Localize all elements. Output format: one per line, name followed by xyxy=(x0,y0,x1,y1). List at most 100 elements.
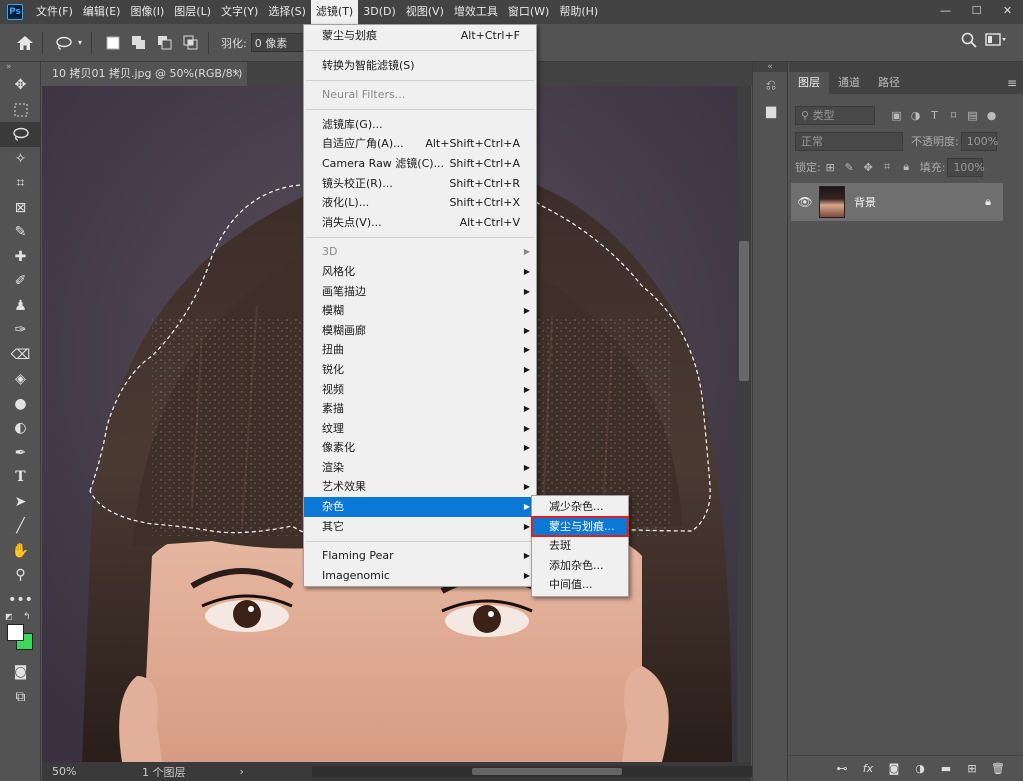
filter-toggle-icon[interactable]: ● xyxy=(982,109,1001,122)
history-brush-tool-icon[interactable]: ✑ xyxy=(0,318,41,343)
clone-stamp-tool-icon[interactable]: ♟ xyxy=(0,294,41,319)
lock-pixels-icon[interactable]: ✎ xyxy=(840,161,859,174)
horizontal-scrollbar[interactable] xyxy=(312,766,752,777)
menu-view[interactable]: 视图(V) xyxy=(401,0,449,24)
hand-tool-icon[interactable]: ✋ xyxy=(0,539,41,564)
quick-mask-icon[interactable]: ◙ xyxy=(0,660,41,685)
menu-item-convert-smart[interactable]: 转换为智能滤镜(S) xyxy=(304,56,536,76)
lock-all-icon[interactable]: 🔒︎ xyxy=(897,160,916,174)
menu-item-blur[interactable]: 模糊 ▶ xyxy=(304,301,536,321)
menu-item-brush-strokes[interactable]: 画笔描边 ▶ xyxy=(304,282,536,302)
intersect-selection-icon[interactable] xyxy=(180,32,202,54)
zoom-level[interactable]: 50% xyxy=(42,765,82,778)
subtract-selection-icon[interactable] xyxy=(154,32,176,54)
menu-item-despeckle[interactable]: 去斑 xyxy=(532,536,628,556)
new-selection-icon[interactable] xyxy=(102,32,124,54)
scroll-thumb[interactable] xyxy=(739,241,749,381)
menu-file[interactable]: 文件(F) xyxy=(31,0,78,24)
menu-item-distort[interactable]: 扭曲 ▶ xyxy=(304,340,536,360)
close-tab-icon[interactable]: × xyxy=(232,62,241,86)
menu-item-render[interactable]: 渲染 ▶ xyxy=(304,458,536,478)
menu-item-lens-correction[interactable]: 镜头校正(R)... Shift+Ctrl+R xyxy=(304,174,536,194)
menu-window[interactable]: 窗口(W) xyxy=(503,0,554,24)
menu-edit[interactable]: 编辑(E) xyxy=(78,0,126,24)
fx-icon[interactable]: fx xyxy=(855,762,881,775)
menu-item-flaming-pear[interactable]: Flaming Pear ▶ xyxy=(304,546,536,566)
menu-item-artistic[interactable]: 艺术效果 ▶ xyxy=(304,477,536,497)
move-tool-icon[interactable]: ✥ xyxy=(0,73,41,98)
menu-item-pixelate[interactable]: 像素化 ▶ xyxy=(304,438,536,458)
dodge-tool-icon[interactable]: ◐ xyxy=(0,416,41,441)
eraser-tool-icon[interactable]: ⌫ xyxy=(0,343,41,368)
menu-item-sharpen[interactable]: 锐化 ▶ xyxy=(304,360,536,380)
menu-item-camera-raw[interactable]: Camera Raw 滤镜(C)... Shift+Ctrl+A xyxy=(304,154,536,174)
lasso-tool-icon[interactable] xyxy=(0,122,41,147)
eye-icon[interactable]: 👁︎ xyxy=(791,195,819,209)
document-tab[interactable]: 10 拷贝01 拷贝.jpg @ 50%(RGB/8*) × xyxy=(42,62,247,86)
menu-item-texture[interactable]: 纹理 ▶ xyxy=(304,419,536,439)
panel-menu-icon[interactable]: ≡ xyxy=(1007,76,1017,90)
scroll-thumb[interactable] xyxy=(472,768,622,775)
menu-help[interactable]: 帮助(H) xyxy=(554,0,603,24)
blur-tool-icon[interactable]: ● xyxy=(0,392,41,417)
screen-mode-icon[interactable]: ⧉ xyxy=(0,685,41,710)
paint-bucket-tool-icon[interactable]: ◈ xyxy=(0,367,41,392)
menu-item-sketch[interactable]: 素描 ▶ xyxy=(304,399,536,419)
collapse-icon[interactable]: » xyxy=(0,62,40,73)
workspace-icon[interactable] xyxy=(985,33,1007,50)
pixel-filter-icon[interactable]: ▣ xyxy=(887,109,906,122)
menu-item-other[interactable]: 其它 ▶ xyxy=(304,517,536,537)
collapse-dock-icon[interactable]: « xyxy=(753,62,787,72)
layer-row[interactable]: 👁︎ 背景 🔒︎ xyxy=(791,183,1003,221)
menu-item-stylize[interactable]: 风格化 ▶ xyxy=(304,262,536,282)
menu-item-reduce-noise[interactable]: 减少杂色... xyxy=(532,497,628,517)
marquee-tool-icon[interactable] xyxy=(0,98,41,123)
trash-icon[interactable]: 🗑︎ xyxy=(985,762,1011,775)
foreground-color[interactable] xyxy=(7,624,24,641)
history-icon[interactable]: ⎌ xyxy=(753,72,789,98)
shape-filter-icon[interactable]: ⌑ xyxy=(944,109,963,122)
menu-item-imagenomic[interactable]: Imagenomic ▶ xyxy=(304,566,536,586)
home-icon[interactable] xyxy=(14,32,36,54)
healing-brush-tool-icon[interactable]: ✚ xyxy=(0,245,41,270)
pen-tool-icon[interactable]: ✒ xyxy=(0,441,41,466)
path-selection-tool-icon[interactable]: ➤ xyxy=(0,490,41,515)
frame-tool-icon[interactable]: ⊠ xyxy=(0,196,41,221)
line-tool-icon[interactable]: ╱ xyxy=(0,514,41,539)
lock-icon[interactable]: 🔒︎ xyxy=(985,195,991,209)
magic-wand-tool-icon[interactable]: ✧ xyxy=(0,147,41,172)
menu-item-liquify[interactable]: 液化(L)... Shift+Ctrl+X xyxy=(304,193,536,213)
menu-item-noise[interactable]: 杂色 ▶ xyxy=(304,497,536,517)
menu-item-vanishing-point[interactable]: 消失点(V)... Alt+Ctrl+V xyxy=(304,213,536,233)
feather-input[interactable] xyxy=(250,33,311,52)
brush-tool-icon[interactable]: ✐ xyxy=(0,269,41,294)
menu-item-add-noise[interactable]: 添加杂色... xyxy=(532,556,628,576)
menu-item-dust-and-scratches[interactable]: 蒙尘与划痕... xyxy=(531,515,629,538)
type-filter-icon[interactable]: T xyxy=(925,109,944,122)
zoom-tool-icon[interactable]: ⚲ xyxy=(0,563,41,588)
menu-select[interactable]: 选择(S) xyxy=(263,0,311,24)
group-icon[interactable]: ▬ xyxy=(933,762,959,775)
menu-layer[interactable]: 图层(L) xyxy=(169,0,216,24)
search-icon[interactable] xyxy=(961,32,977,51)
add-selection-icon[interactable] xyxy=(128,32,150,54)
layer-filter-select[interactable]: ⚲ 类型 xyxy=(795,105,875,125)
adjustment-layer-icon[interactable]: ◑ xyxy=(907,762,933,775)
fill-input[interactable]: 100% xyxy=(947,157,985,177)
menu-item-median[interactable]: 中间值... xyxy=(532,575,628,595)
lock-position-icon[interactable]: ✥ xyxy=(859,161,878,174)
tab-layers[interactable]: 图层 xyxy=(789,72,829,94)
crop-tool-icon[interactable]: ⌗ xyxy=(0,171,41,196)
swap-colors-icon[interactable]: ↰ xyxy=(23,612,31,622)
new-layer-icon[interactable]: ⊞ xyxy=(959,762,985,775)
default-colors-icon[interactable]: ◩ xyxy=(5,612,13,621)
menu-image[interactable]: 图像(I) xyxy=(125,0,169,24)
add-mask-icon[interactable]: ◙ xyxy=(881,762,907,775)
menu-item-blur-gallery[interactable]: 模糊画廊 ▶ xyxy=(304,321,536,341)
lock-artboard-icon[interactable]: ⌗ xyxy=(878,160,897,174)
restore-button[interactable]: ☐ xyxy=(961,0,992,20)
type-tool-icon[interactable]: T xyxy=(0,465,41,490)
menu-item-adaptive-wide-angle[interactable]: 自适应广角(A)... Alt+Shift+Ctrl+A xyxy=(304,134,536,154)
blend-mode-select[interactable]: 正常 xyxy=(795,131,903,151)
eyedropper-tool-icon[interactable]: ✎ xyxy=(0,220,41,245)
